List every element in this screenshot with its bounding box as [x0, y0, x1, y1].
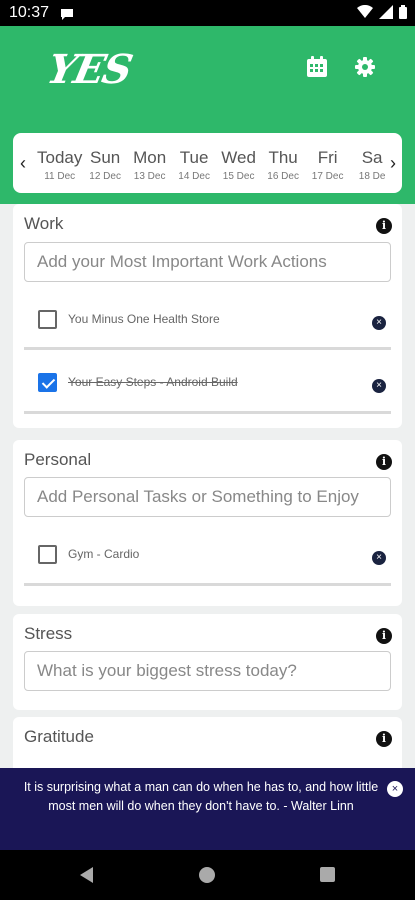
gear-icon[interactable]: [355, 57, 375, 82]
task-item: Gym - Cardio ×: [38, 541, 390, 571]
message-notification-icon: [60, 7, 74, 25]
signal-icon: [379, 5, 393, 19]
date-item[interactable]: Mon 13 Dec: [128, 133, 172, 193]
work-input[interactable]: Add your Most Important Work Actions: [24, 242, 391, 282]
quote-text: It is surprising what a man can do when …: [23, 780, 379, 813]
date-day-date: 13 Dec: [133, 171, 166, 182]
info-icon[interactable]: i: [376, 731, 392, 747]
task-checkbox-checked[interactable]: [38, 373, 57, 392]
divider: [24, 347, 391, 350]
app-logo: YES: [43, 46, 135, 93]
date-day-name: Tue: [179, 148, 209, 167]
date-item[interactable]: Sun 12 Dec: [83, 133, 127, 193]
date-item[interactable]: Sa 18 De: [350, 133, 388, 193]
home-icon[interactable]: [199, 867, 215, 883]
wifi-icon: [357, 5, 373, 18]
task-checkbox[interactable]: [38, 545, 57, 564]
info-icon[interactable]: i: [376, 454, 392, 470]
date-day-date: 17 Dec: [311, 171, 344, 182]
date-day-name: Mon: [133, 148, 167, 167]
divider: [24, 411, 391, 414]
date-day-name: Today: [37, 148, 83, 167]
date-day-name: Fri: [317, 148, 338, 167]
task-label: Gym - Cardio: [68, 547, 140, 561]
date-selector: ‹ Today 11 Dec Sun 12 Dec Mon 13 Dec Tue…: [13, 133, 402, 193]
stress-section: Stress i What is your biggest stress tod…: [13, 614, 402, 710]
date-day-name: Wed: [221, 148, 256, 167]
status-bar: 10:37: [0, 0, 415, 26]
task-checkbox[interactable]: [38, 310, 57, 329]
personal-input[interactable]: Add Personal Tasks or Something to Enjoy: [24, 477, 391, 517]
date-day-date: 12 Dec: [89, 171, 121, 182]
date-day-date: 18 De: [358, 171, 386, 182]
date-item-today[interactable]: Today 11 Dec: [37, 133, 82, 193]
date-day-date: 11 Dec: [44, 171, 76, 182]
chevron-right-icon[interactable]: ›: [390, 153, 396, 174]
date-item[interactable]: Tue 14 Dec: [172, 133, 216, 193]
quote-banner: It is surprising what a man can do when …: [0, 768, 415, 850]
close-icon[interactable]: ×: [372, 316, 386, 330]
back-icon[interactable]: [80, 867, 93, 883]
info-icon[interactable]: i: [376, 628, 392, 644]
gratitude-title: Gratitude: [24, 727, 94, 746]
chevron-left-icon[interactable]: ‹: [20, 153, 26, 174]
task-label: You Minus One Health Store: [68, 312, 220, 326]
stress-input[interactable]: What is your biggest stress today?: [24, 651, 391, 691]
status-time: 10:37: [9, 4, 50, 21]
date-day-date: 15 Dec: [222, 171, 255, 182]
close-icon[interactable]: ×: [372, 551, 386, 565]
close-icon[interactable]: ×: [372, 379, 386, 393]
task-item: Your Easy Steps - Android Build ×: [38, 369, 390, 399]
status-icons: [357, 5, 407, 19]
task-label: Your Easy Steps - Android Build: [68, 375, 238, 389]
calendar-icon[interactable]: [306, 56, 328, 83]
close-icon[interactable]: ×: [387, 781, 403, 797]
date-list: Today 11 Dec Sun 12 Dec Mon 13 Dec Tue 1…: [37, 133, 388, 193]
task-item: You Minus One Health Store ×: [38, 306, 390, 336]
date-item[interactable]: Wed 15 Dec: [217, 133, 261, 193]
recents-icon[interactable]: [320, 867, 335, 882]
date-day-date: 14 Dec: [178, 171, 210, 182]
stress-title: Stress: [24, 624, 73, 643]
date-day-name: Sa: [361, 148, 383, 167]
date-item[interactable]: Thu 16 Dec: [261, 133, 305, 193]
divider: [24, 583, 391, 586]
system-nav-bar: [0, 850, 415, 900]
work-title: Work: [24, 214, 64, 233]
personal-section: Personal i Add Personal Tasks or Somethi…: [13, 440, 402, 606]
date-item[interactable]: Fri 17 Dec: [306, 133, 350, 193]
battery-icon: [399, 5, 407, 19]
date-day-date: 16 Dec: [267, 171, 299, 182]
personal-title: Personal: [24, 450, 92, 469]
date-day-name: Thu: [268, 148, 298, 167]
info-icon[interactable]: i: [376, 218, 392, 234]
work-section: Work i Add your Most Important Work Acti…: [13, 204, 402, 428]
date-day-name: Sun: [90, 148, 121, 167]
